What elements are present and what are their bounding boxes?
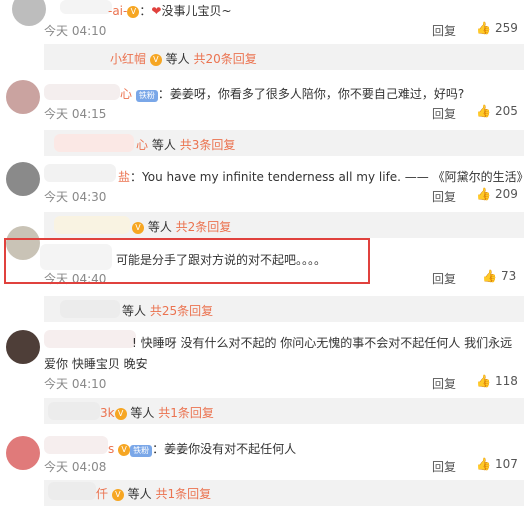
thumbs-up-icon: 👍 <box>476 104 491 118</box>
comment-text: s V 铁粉 ：姜姜你没有对不起任何人 <box>108 442 297 457</box>
fan-badge: 铁粉 <box>130 445 153 457</box>
subreply-summary[interactable]: V 等人 共2条回复 <box>44 212 524 238</box>
subreply-summary[interactable]: 小红帽 V 等人 共20条回复 <box>44 44 524 70</box>
comment-text: ! 快睡呀 没有什么对不起的 你问心无愧的事不会对不起任何人 我们永远 <box>132 336 513 350</box>
reply-button[interactable]: 回复 <box>432 270 456 287</box>
comment-body: 姜姜你没有对不起任何人 <box>164 442 297 456</box>
username-blurred[interactable] <box>60 0 112 14</box>
like-count: 107 <box>494 457 518 471</box>
vip-icon: V <box>149 53 162 66</box>
timestamp: 今天 04:10 <box>44 24 107 38</box>
reply-button[interactable]: 回复 <box>432 458 456 475</box>
subreply-user-blurred <box>48 482 96 500</box>
subreply-user: 等人 <box>122 304 147 318</box>
reply-button[interactable]: 回复 <box>432 188 456 205</box>
subreply-summary[interactable]: 仟 V 等人 共1条回复 <box>44 480 524 506</box>
timestamp: 今天 04:08 <box>44 460 107 474</box>
subreply-text: V 等人 共2条回复 <box>132 218 231 235</box>
avatar[interactable] <box>6 80 40 114</box>
thumbs-up-icon: 👍 <box>476 374 491 388</box>
username[interactable]: 盐 <box>118 170 130 184</box>
username[interactable]: -ai- <box>108 4 127 18</box>
subreply-user: 仟 <box>96 487 109 501</box>
username[interactable]: 心 <box>120 87 132 101</box>
like-count: 205 <box>494 104 518 118</box>
like-count: 73 <box>500 269 517 283</box>
subreply-suffix: 等人 <box>165 52 190 66</box>
subreply-text: 3k V 等人 共1条回复 <box>100 404 214 421</box>
timestamp: 今天 04:30 <box>44 190 107 204</box>
like-button[interactable]: 👍 209 <box>476 187 518 201</box>
like-button[interactable]: 👍 205 <box>476 104 518 118</box>
subreply-summary[interactable]: 心 等人 共3条回复 <box>44 130 524 156</box>
reply-count: 共1条回复 <box>155 487 212 501</box>
like-count: 259 <box>494 21 518 35</box>
comment-body: 没事儿宝贝~ <box>161 4 232 18</box>
comment-text: 心 铁粉 ：姜姜呀，你看多了很多人陪你，你不要自己难过，好吗? <box>120 87 465 102</box>
reply-count: 共20条回复 <box>193 52 257 66</box>
subreply-user-blurred <box>60 300 120 318</box>
username-blurred[interactable] <box>44 330 136 348</box>
highlight-box <box>4 238 370 284</box>
comment-body: 姜姜呀，你看多了很多人陪你，你不要自己难过，好吗? <box>169 87 465 101</box>
subreply-suffix: 等人 <box>130 406 155 420</box>
subreply-text: 等人 共25条回复 <box>122 302 213 319</box>
username-blurred[interactable] <box>44 164 116 182</box>
subreply-user-blurred <box>48 402 100 420</box>
vip-icon: V <box>111 488 124 501</box>
reply-count: 共2条回复 <box>175 220 232 234</box>
fan-badge: 铁粉 <box>135 90 158 102</box>
vip-icon: V <box>114 407 127 420</box>
vip-icon: V <box>127 5 140 18</box>
subreply-text: 仟 V 等人 共1条回复 <box>96 485 211 502</box>
username[interactable]: s <box>108 442 114 456</box>
reply-count: 共1条回复 <box>158 406 214 420</box>
thumbs-up-icon: 👍 <box>476 21 491 35</box>
username-blurred[interactable] <box>44 436 108 454</box>
heart-icon: ❤ <box>151 4 162 18</box>
reply-count: 共25条回复 <box>149 304 214 318</box>
username-blurred[interactable] <box>44 84 120 100</box>
reply-button[interactable]: 回复 <box>432 375 456 392</box>
timestamp: 今天 04:10 <box>44 377 107 391</box>
comment-body: You have my infinite tenderness all my l… <box>142 170 524 184</box>
reply-button[interactable]: 回复 <box>432 22 456 39</box>
like-count: 118 <box>494 374 518 388</box>
subreply-user-blurred <box>54 216 130 234</box>
subreply-text: 小红帽 V 等人 共20条回复 <box>110 50 257 67</box>
reply-count: 共3条回复 <box>179 138 236 152</box>
subreply-suffix: 等人 <box>151 138 176 152</box>
subreply-text: 心 等人 共3条回复 <box>136 136 235 153</box>
reply-button[interactable]: 回复 <box>432 105 456 122</box>
avatar[interactable] <box>12 0 46 26</box>
like-button[interactable]: 👍 107 <box>476 457 518 471</box>
avatar[interactable] <box>6 330 40 364</box>
subreply-suffix: 等人 <box>127 487 152 501</box>
comment-text-line2: 爱你 快睡宝贝 晚安 <box>44 357 148 371</box>
like-button[interactable]: 👍 259 <box>476 21 518 35</box>
subreply-user-blurred <box>54 134 134 152</box>
subreply-summary[interactable]: 等人 共25条回复 <box>44 296 524 322</box>
thumbs-up-icon: 👍 <box>476 457 491 471</box>
subreply-suffix: 等人 <box>147 220 172 234</box>
avatar[interactable] <box>6 162 40 196</box>
timestamp: 今天 04:15 <box>44 107 107 121</box>
like-count: 209 <box>494 187 518 201</box>
like-button[interactable]: 👍 73 <box>482 269 516 283</box>
subreply-user: 小红帽 <box>110 52 147 66</box>
like-button[interactable]: 👍 118 <box>476 374 518 388</box>
vip-icon: V <box>132 221 144 234</box>
subreply-user: 3k <box>100 406 115 420</box>
thumbs-up-icon: 👍 <box>476 187 491 201</box>
avatar[interactable] <box>6 436 40 470</box>
comment-text: -ai- V ：❤没事儿宝贝~ <box>108 4 232 18</box>
vip-icon: V <box>118 443 131 456</box>
thumbs-up-icon: 👍 <box>482 269 497 283</box>
comment-text: 盐：You have my infinite tenderness all my… <box>118 168 524 185</box>
subreply-summary[interactable]: 3k V 等人 共1条回复 <box>44 398 524 424</box>
subreply-user: 心 <box>136 138 149 152</box>
